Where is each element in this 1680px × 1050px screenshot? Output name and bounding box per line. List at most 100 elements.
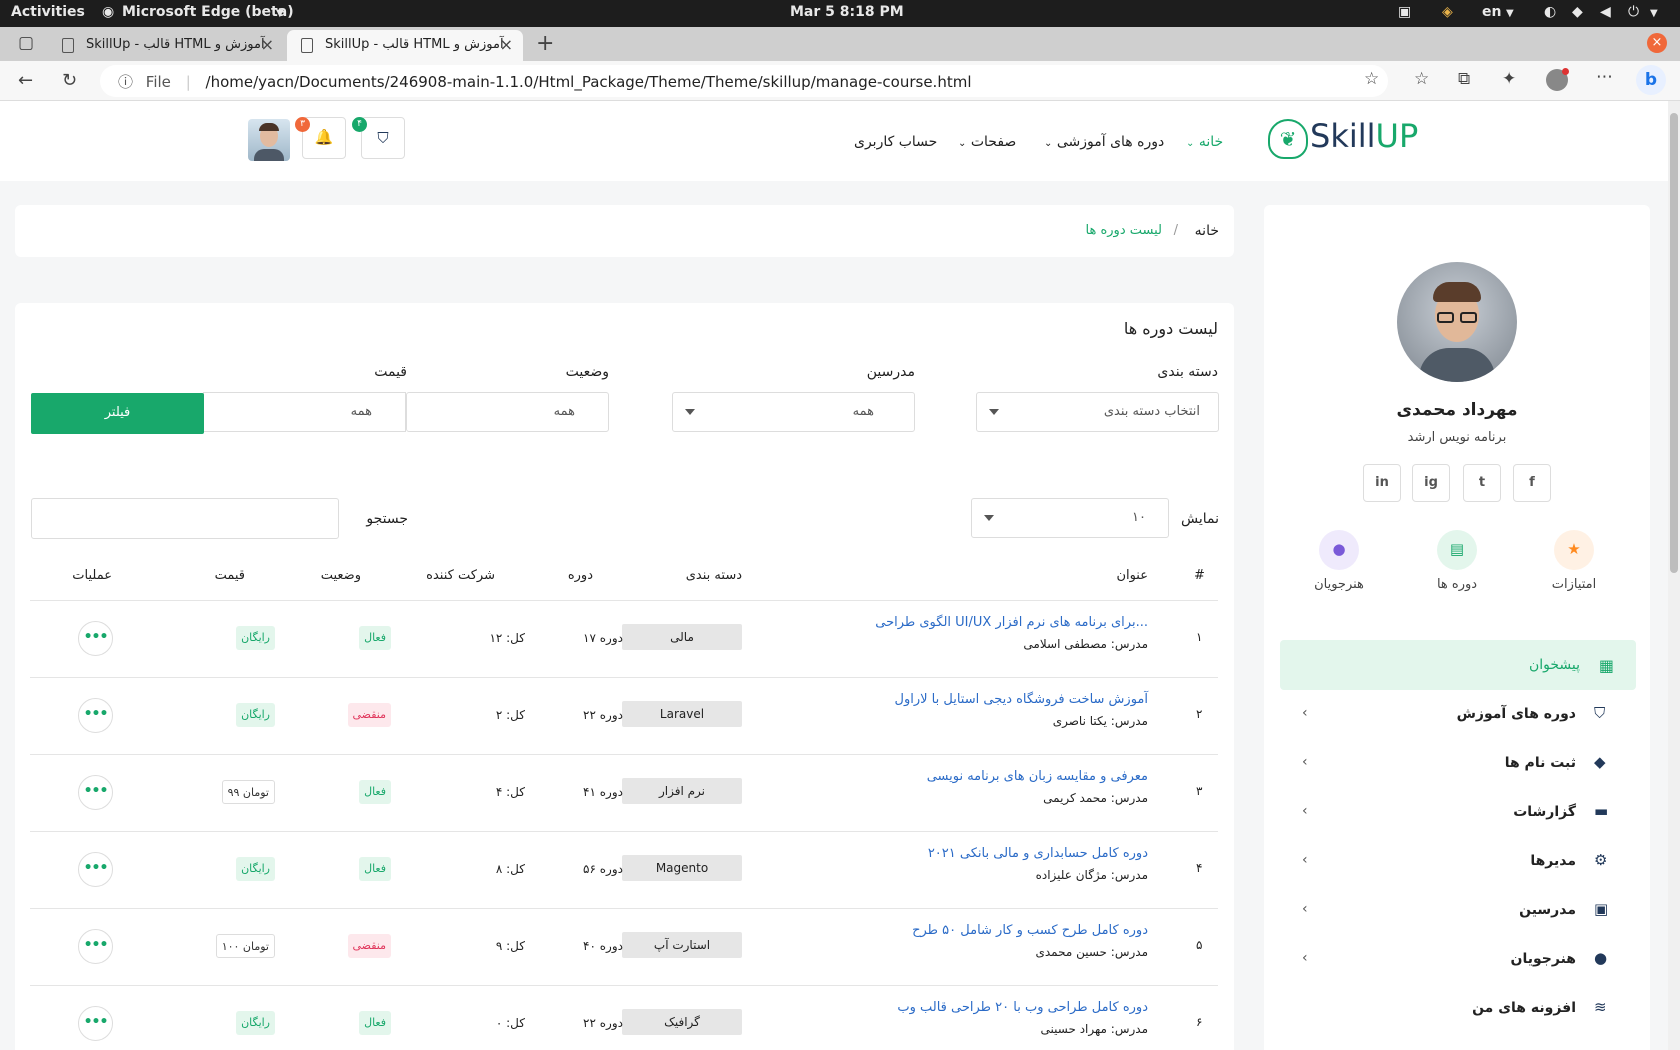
course-title-link[interactable]: آموزش ساخت فروشگاه دیجی استایل با لاراول: [895, 692, 1149, 707]
stat-students-label: هنرجویان: [1314, 577, 1364, 592]
course-title-link[interactable]: دوره کامل حسابداری و مالی بانکی ۲۰۲۱: [928, 846, 1148, 861]
scrollbar-thumb[interactable]: [1670, 113, 1678, 573]
collections-icon[interactable]: ⧉: [1458, 71, 1470, 88]
row-actions-button[interactable]: •••: [78, 929, 113, 964]
sidebar-item-students[interactable]: ● هنرجویان ‹: [1280, 937, 1636, 983]
favorites-icon[interactable]: ☆: [1414, 71, 1429, 88]
teacher-label: مدرسین: [866, 364, 915, 380]
sidebar-item-teachers[interactable]: ▣ مدرسین ‹: [1280, 888, 1636, 934]
sidebar-item-courses[interactable]: ⛉ دوره های آموزش ‹: [1280, 692, 1636, 738]
price-input[interactable]: همه: [203, 392, 406, 432]
night-icon[interactable]: ◐: [1544, 4, 1556, 20]
chevron-left-icon: ‹: [1302, 754, 1308, 770]
teacher-select[interactable]: همه: [672, 392, 915, 432]
nav-account[interactable]: حساب کاربری: [854, 134, 937, 150]
row-actions-button[interactable]: •••: [78, 852, 113, 887]
sidebar-item-enrollments[interactable]: ◆ ثبت نام ها ‹: [1280, 741, 1636, 787]
favorite-add-icon[interactable]: ☆: [1364, 71, 1379, 88]
close-icon[interactable]: ×: [500, 35, 513, 54]
edge-icon: ◉: [102, 4, 115, 20]
breadcrumb: خانه / لیست دوره ها: [15, 205, 1234, 257]
row-actions-button[interactable]: •••: [78, 1006, 113, 1041]
extensions-icon[interactable]: ✦: [1502, 71, 1516, 88]
caret-down-icon: [989, 409, 999, 415]
status-badge: فعال: [359, 857, 391, 881]
category-select[interactable]: انتخاب دسته بندی: [976, 392, 1219, 432]
row-index: ۲: [1196, 707, 1203, 721]
cart-button[interactable]: ⛉: [361, 117, 405, 159]
row-actions-button[interactable]: •••: [78, 621, 113, 656]
filter-button[interactable]: فیلتر: [31, 393, 204, 434]
user-icon: ●: [1594, 949, 1608, 967]
show-label: نمایش: [1180, 511, 1219, 527]
info-icon[interactable]: ⓘ: [118, 73, 133, 91]
course-teacher: مدرس: محمد کریمی: [1043, 791, 1148, 805]
sidebar-item-plugins[interactable]: ≋ افزونه های من: [1280, 986, 1636, 1032]
breadcrumb-separator: /: [1173, 223, 1178, 238]
logo[interactable]: SkillUP: [1310, 117, 1418, 155]
activities-button[interactable]: Activities: [11, 4, 85, 20]
sidebar-item-reports[interactable]: ▬ گزارشات ‹: [1280, 790, 1636, 836]
breadcrumb-home[interactable]: خانه: [1195, 223, 1219, 239]
wifi-icon[interactable]: ◆: [1572, 4, 1583, 20]
lang-indicator[interactable]: en: [1482, 4, 1501, 20]
chevron-down-icon: ▼: [276, 8, 284, 19]
search-input[interactable]: [31, 498, 339, 539]
bell-icon: 🔔: [314, 128, 334, 146]
new-tab-button[interactable]: +: [536, 33, 554, 55]
course-title-link[interactable]: دوره کامل طرح کسب و کار شامل ۵۰ طرح: [912, 923, 1148, 938]
row-actions-button[interactable]: •••: [78, 698, 113, 733]
price-badge: رایگان: [236, 703, 275, 727]
more-icon[interactable]: ⋯: [1596, 69, 1613, 86]
course-title-link[interactable]: دوره کامل طراحی وب با ۲۰ طراحی قالب وب: [897, 1000, 1148, 1015]
page-size-select[interactable]: ۱۰: [971, 498, 1169, 538]
lessons-count: ۴۱ دوره: [583, 785, 623, 799]
price-badge: رایگان: [236, 857, 275, 881]
row-index: ۶: [1196, 1015, 1203, 1029]
window-close-icon[interactable]: ×: [1647, 33, 1667, 53]
nav-home[interactable]: ⌄ خانه: [1186, 134, 1223, 150]
row-index: ۳: [1196, 784, 1203, 798]
category-tag: گرافیک: [622, 1009, 742, 1035]
status-badge: فعال: [359, 626, 391, 650]
sidebar-item-dashboard[interactable]: ▦ پیشخوان: [1280, 640, 1636, 690]
course-title-link[interactable]: معرفی و مقایسه زبان های برنامه نویسی: [927, 769, 1148, 784]
row-actions-button[interactable]: •••: [78, 775, 113, 810]
browser-tab-active[interactable]: SkillUp - قالب HTML آموزش و ×: [287, 30, 523, 61]
back-icon[interactable]: ←: [18, 72, 33, 90]
close-icon[interactable]: ×: [261, 35, 274, 54]
col-title: عنوان: [1116, 568, 1148, 583]
clock[interactable]: Mar 5 8:18 PM: [790, 4, 904, 20]
avatar[interactable]: [248, 119, 290, 161]
browser-tab[interactable]: SkillUp - قالب HTML آموزش و ×: [48, 30, 284, 61]
row-index: ۱: [1196, 630, 1203, 644]
status-label: وضعیت: [565, 364, 609, 380]
linkedin-icon[interactable]: in: [1363, 464, 1401, 502]
course-title-link[interactable]: الگوی طراحی UI/UX برای برنامه های نرم اف…: [875, 615, 1148, 630]
power-icon[interactable]: ⏻: [1628, 4, 1639, 20]
url-field[interactable]: ⓘ File | /home/yacn/Documents/246908-mai…: [100, 65, 1388, 97]
page-scrollbar[interactable]: [1668, 101, 1680, 1050]
status-input[interactable]: همه: [406, 392, 609, 432]
twitter-icon[interactable]: t: [1463, 464, 1501, 502]
bing-icon[interactable]: b: [1636, 65, 1666, 95]
facebook-icon[interactable]: f: [1513, 464, 1551, 502]
students-count: کل: ۴: [495, 785, 525, 799]
sidebar-item-admins[interactable]: ⚙ مدیرها ‹: [1280, 839, 1636, 885]
nav-pages[interactable]: ⌄ صفحات: [958, 134, 1016, 150]
volume-icon[interactable]: ◀: [1600, 4, 1611, 20]
table-row: ۶ دوره کامل طراحی وب با ۲۰ طراحی قالب وب…: [30, 985, 1218, 1050]
nav-courses[interactable]: ⌄ دوره های آموزشی: [1044, 134, 1164, 150]
students-count: کل: ۹: [495, 939, 525, 953]
breadcrumb-current[interactable]: لیست دوره ها: [1086, 223, 1162, 238]
tab-actions-icon[interactable]: ▢: [18, 35, 34, 52]
archive-icon: ▬: [1594, 802, 1609, 820]
stat-points-label: امتیازات: [1551, 577, 1597, 592]
app-menu[interactable]: Microsoft Edge (beta): [122, 4, 294, 20]
screen-icon[interactable]: ▣: [1398, 4, 1411, 20]
course-teacher: مدرس: یکتا ناصری: [1052, 714, 1148, 728]
cart-count-badge: ۴: [352, 117, 367, 132]
refresh-icon[interactable]: ↻: [62, 72, 77, 90]
instagram-icon[interactable]: ig: [1412, 464, 1450, 502]
cat-icon[interactable]: ◈: [1442, 4, 1453, 20]
